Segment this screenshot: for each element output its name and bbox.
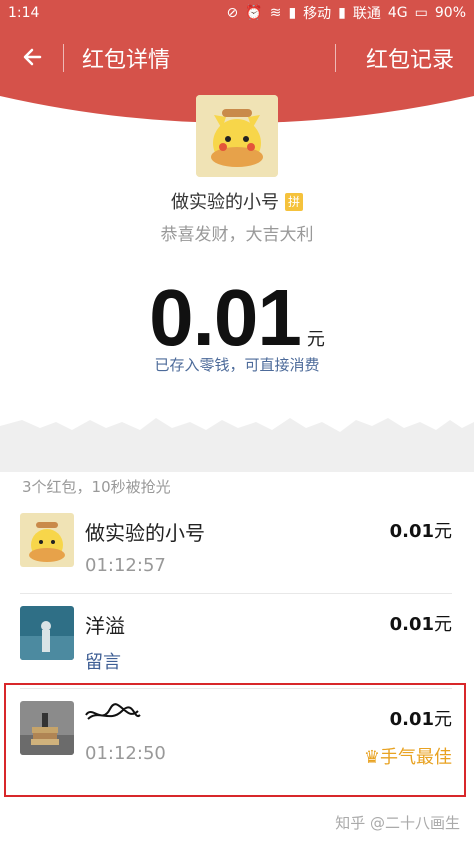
network-label: 4G [387,5,408,21]
grab-summary: 3个红包，10秒被抢光 [22,478,171,496]
list-item-name: 洋溢 [85,614,125,638]
highlight-box [4,683,466,797]
pikachu-avatar-image [196,95,278,177]
avatar [20,513,74,567]
amount-value: 0.01 [149,273,302,362]
list-item-amount: 0.01元 [389,521,452,542]
header-divider-left [63,44,64,72]
greeting-text: 恭喜发财，大吉大利 [160,225,314,245]
avatar [20,606,74,660]
list-item[interactable]: 洋溢 留言 0.01元 [0,598,474,690]
seascape-avatar-image [20,606,74,660]
signal-icon-2: ▮ [338,5,346,21]
amount-display: 0.01 元 [0,272,474,364]
watermark: 知乎 @二十八画生 [335,814,460,832]
carrier1-label: 移动 [303,6,332,22]
status-time: 1:14 [8,5,40,21]
mute-icon: ⊘ [226,5,239,21]
torn-edge-divider [0,408,474,432]
alarm-icon: ⏰ [245,5,263,21]
carrier2-label: 联通 [352,6,381,22]
back-arrow-icon[interactable] [18,42,48,72]
sender-avatar[interactable] [196,95,278,177]
status-bar: 1:14 ⊘ ⏰ ≋ ▮ 移动 ▮ 联通 4G ▭ 90% [0,0,474,26]
list-item-name: 做实验的小号 [85,521,205,545]
amount-unit: 元 [306,329,325,350]
list-item-message-link[interactable]: 留言 [85,648,121,674]
pikachu-avatar-image [20,513,74,567]
records-button[interactable]: 红包记录 [366,42,454,74]
sender-name: 做实验的小号 [171,192,279,213]
signal-icon: ▮ [288,5,297,21]
list-item-time: 01:12:57 [85,555,166,576]
battery-icon: ▭ [414,5,428,21]
wifi-icon: ≋ [269,5,282,21]
row-divider [20,593,452,594]
page-title: 红包详情 [82,48,171,73]
status-indicators: ⊘ ⏰ ≋ ▮ 移动 ▮ 联通 4G ▭ 90% [227,3,466,23]
header-divider-right [335,44,336,72]
stored-to-change-link[interactable]: 已存入零钱，可直接消费 [0,354,474,375]
list-item-amount: 0.01元 [389,614,452,635]
pin-badge: 拼 [285,193,303,211]
list-item[interactable]: 做实验的小号 01:12:57 0.01元 [0,505,474,597]
battery-label: 90% [434,5,466,21]
sender-name-line: 做实验的小号拼 [0,188,474,214]
app-bar: 红包详情 红包记录 [0,26,474,90]
